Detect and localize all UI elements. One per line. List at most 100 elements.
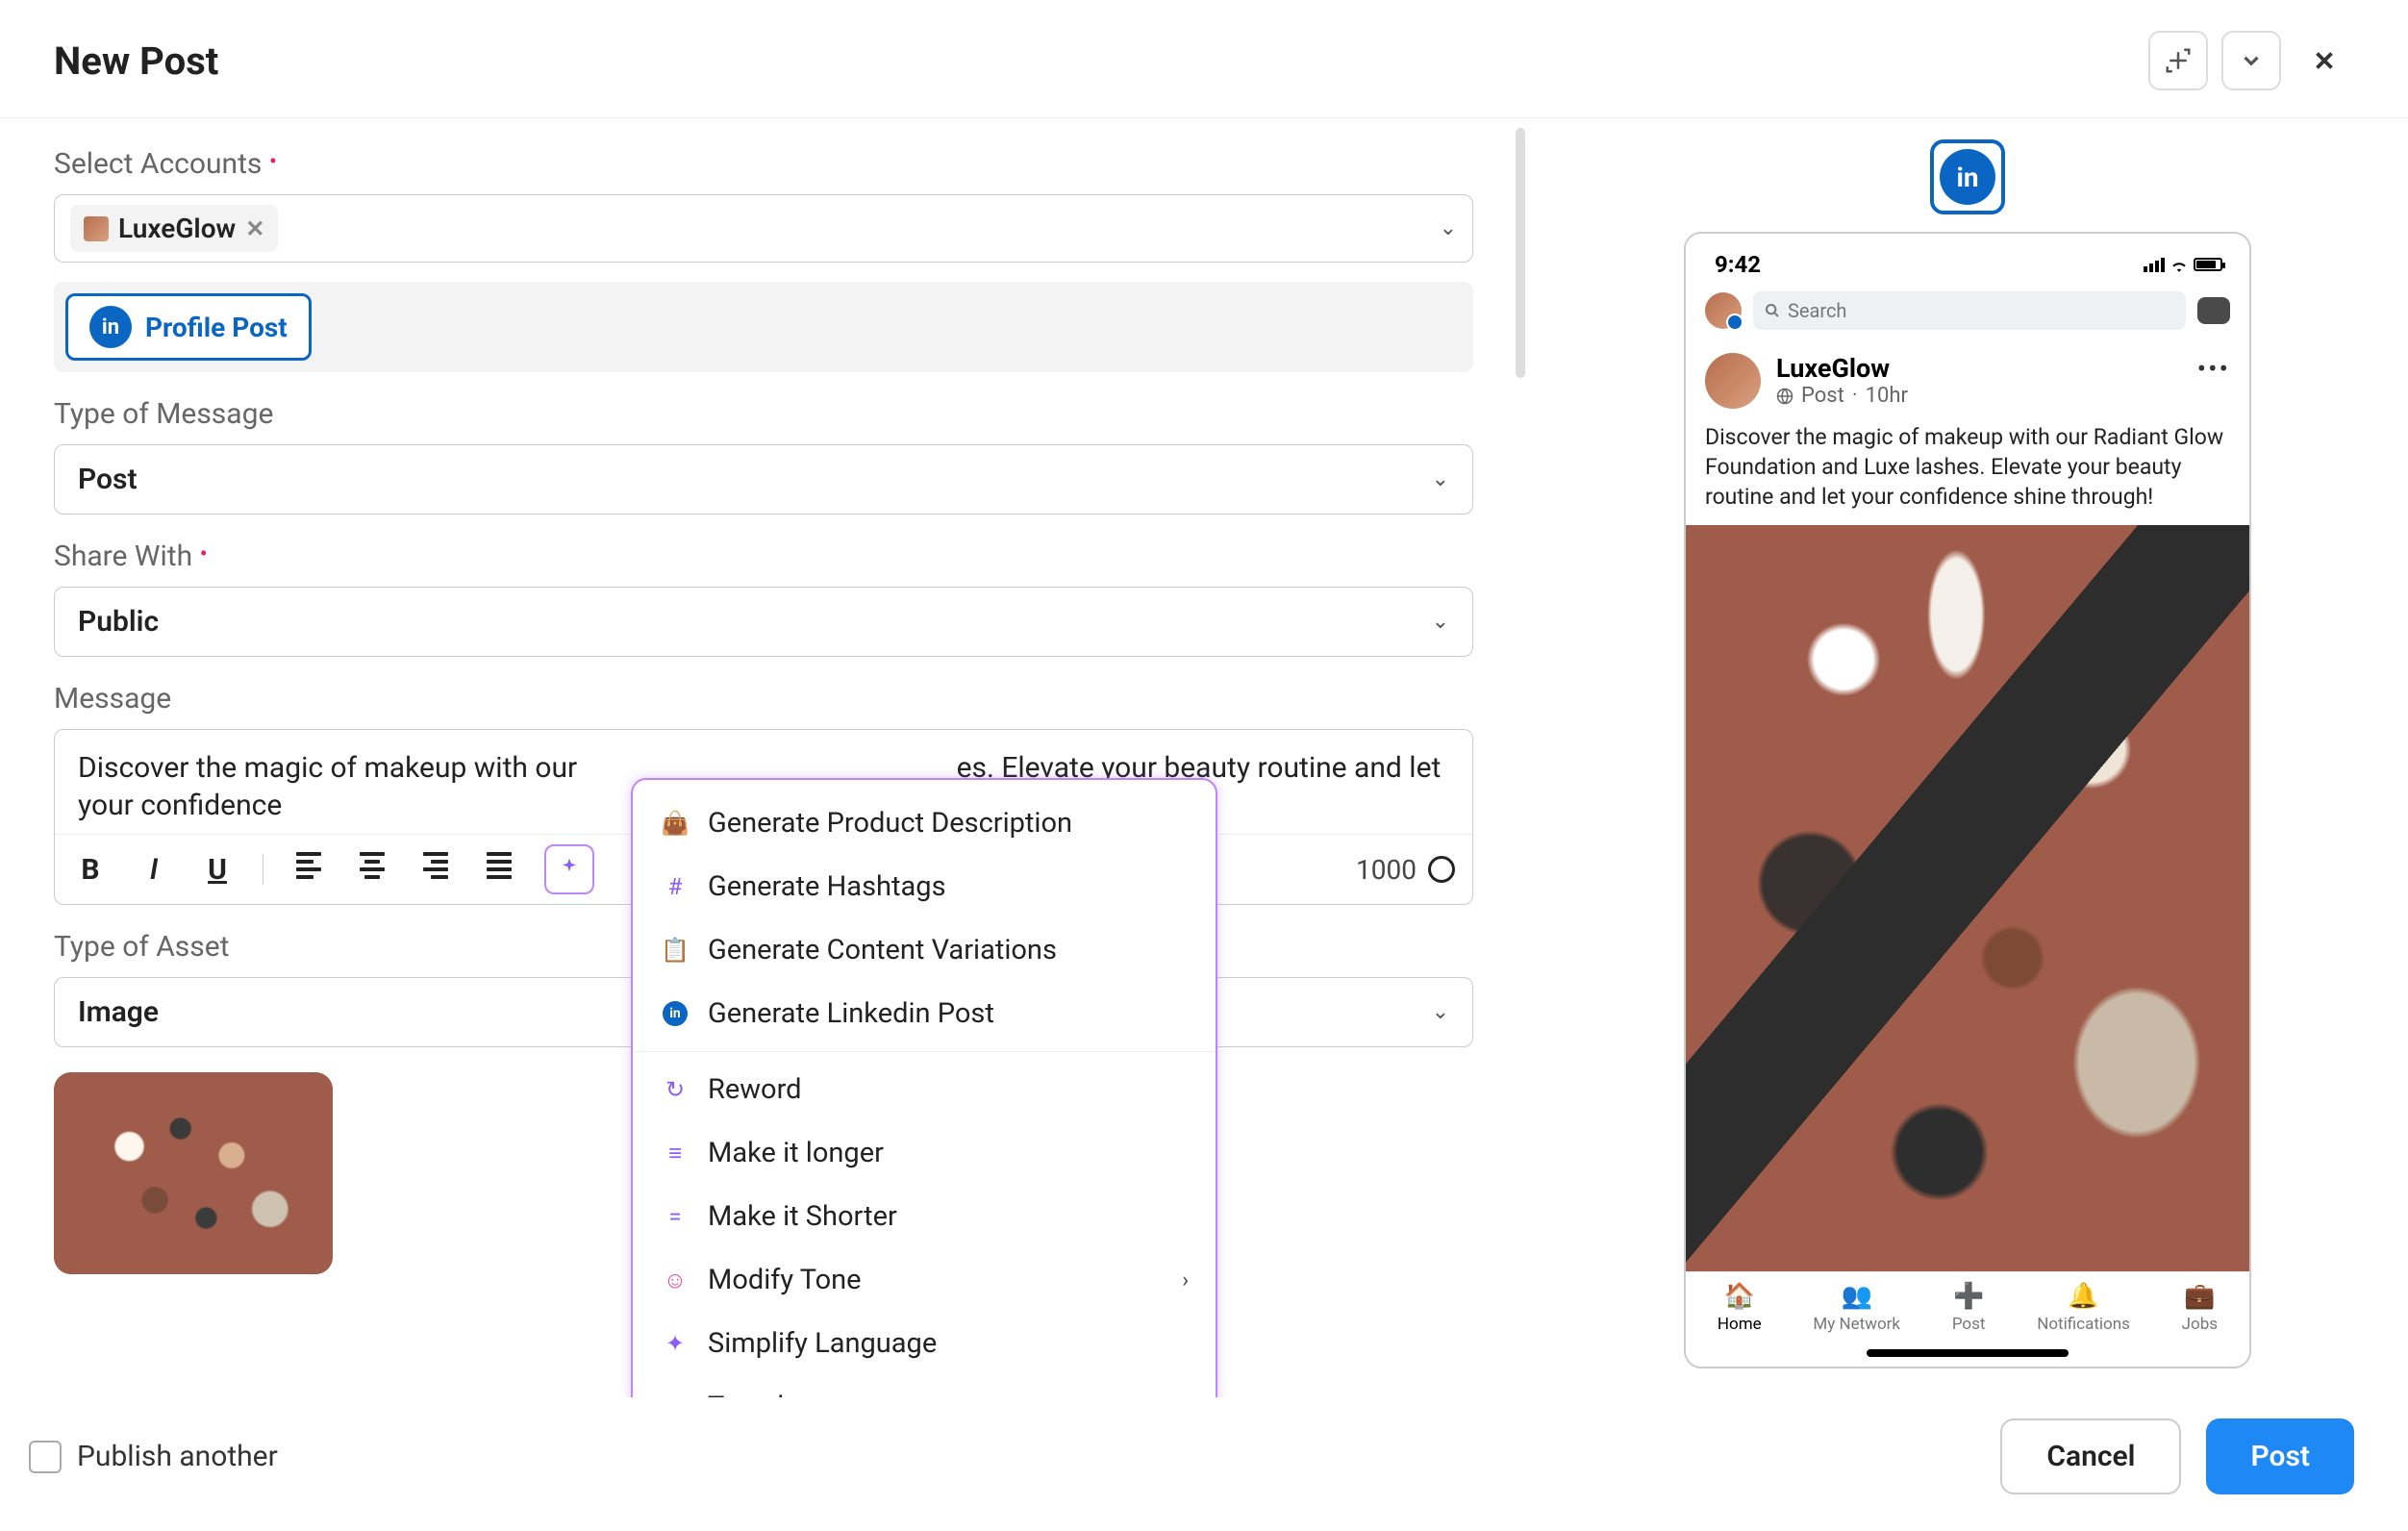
- chevron-right-icon: ›: [1182, 1395, 1189, 1398]
- bold-button[interactable]: B: [72, 853, 109, 887]
- signal-icon: [2144, 258, 2165, 272]
- tab-icon: 💼: [2184, 1282, 2215, 1311]
- preview-search-input[interactable]: Search: [1753, 291, 2186, 330]
- remove-account-icon[interactable]: ✕: [245, 215, 264, 242]
- preview-tab-home[interactable]: 🏠Home: [1718, 1282, 1762, 1334]
- preview-post-header: LuxeGlow Post · 10hr •••: [1686, 339, 2249, 413]
- ai-menu-item[interactable]: ☺Modify Tone›: [633, 1248, 1216, 1312]
- globe-icon: [1776, 388, 1793, 405]
- preview-tab-notifications[interactable]: 🔔Notifications: [2037, 1282, 2130, 1334]
- form-column: Select Accounts • LuxeGlow ✕ ⌄ in Profil…: [0, 118, 1527, 1397]
- account-chip[interactable]: LuxeGlow ✕: [70, 205, 278, 252]
- align-left-button[interactable]: [290, 848, 327, 891]
- preview-column: in 9:42 Searc: [1527, 118, 2408, 1397]
- asset-thumbnail[interactable]: [54, 1072, 333, 1274]
- header: New Post: [0, 0, 2408, 118]
- translate-icon: Aᵗ: [660, 1392, 690, 1397]
- ai-menu-item[interactable]: inGenerate Linkedin Post: [633, 982, 1216, 1045]
- phone-status-bar: 9:42: [1686, 234, 2249, 282]
- message-type-value: Post: [78, 463, 138, 496]
- preview-profile-name: LuxeGlow: [1776, 353, 1908, 384]
- phone-preview: 9:42 Search: [1684, 232, 2251, 1368]
- ai-menu-item[interactable]: ≡Make it longer: [633, 1121, 1216, 1185]
- wifi-icon: [2170, 251, 2188, 278]
- linkedin-icon: in: [89, 306, 132, 348]
- share-with-value: Public: [78, 605, 159, 639]
- simplify-icon: ✦: [660, 1328, 690, 1359]
- share-with-label: Share With •: [54, 540, 1473, 573]
- messages-icon[interactable]: [2197, 297, 2230, 324]
- close-button[interactable]: [2295, 31, 2354, 90]
- close-icon: [2310, 46, 2339, 75]
- preview-post-body: Discover the magic of makeup with our Ra…: [1686, 413, 2249, 525]
- battery-icon: [2194, 258, 2222, 271]
- message-type-select[interactable]: Post ⌄: [54, 444, 1473, 515]
- shopping-bag-icon: 👜: [660, 808, 690, 839]
- chevron-down-icon: ⌄: [1432, 1000, 1449, 1024]
- home-indicator: [1867, 1349, 2069, 1357]
- underline-button[interactable]: U: [199, 853, 236, 887]
- phone-search-row: Search: [1686, 282, 2249, 339]
- tab-icon: 🏠: [1724, 1282, 1755, 1311]
- align-justify-button[interactable]: [481, 848, 517, 891]
- ai-menu-item[interactable]: 👜Generate Product Description: [633, 791, 1216, 855]
- ai-menu-item[interactable]: 📋Generate Content Variations: [633, 918, 1216, 982]
- profile-post-label: Profile Post: [145, 312, 288, 343]
- tab-icon: 🔔: [2068, 1282, 2098, 1311]
- publish-another-checkbox[interactable]: Publish another: [29, 1440, 278, 1473]
- align-right-icon: [423, 848, 448, 883]
- share-with-select[interactable]: Public ⌄: [54, 587, 1473, 657]
- preview-nav-tabs: 🏠Home 👥My Network ➕Post 🔔Notifications 💼Jobs: [1686, 1271, 2249, 1338]
- required-dot-icon: •: [269, 148, 277, 175]
- page-title: New Post: [54, 38, 218, 84]
- footer: Publish another Cancel Post: [0, 1397, 2408, 1531]
- italic-button[interactable]: I: [136, 853, 172, 887]
- ai-menu-item[interactable]: =Make it Shorter: [633, 1185, 1216, 1248]
- platform-selector[interactable]: in: [1930, 139, 2005, 214]
- message-label: Message: [54, 682, 1473, 715]
- longer-icon: ≡: [660, 1138, 690, 1168]
- scrollbar[interactable]: [1514, 118, 1527, 657]
- preview-tab-jobs[interactable]: 💼Jobs: [2182, 1282, 2218, 1334]
- post-button[interactable]: Post: [2206, 1418, 2354, 1494]
- ai-menu-item[interactable]: ✦Simplify Language: [633, 1312, 1216, 1375]
- ai-assist-button[interactable]: [544, 844, 594, 894]
- tab-icon: 👥: [1842, 1282, 1872, 1311]
- preview-tab-my-network[interactable]: 👥My Network: [1813, 1282, 1900, 1334]
- clipboard-icon: 📋: [660, 935, 690, 966]
- cancel-button[interactable]: Cancel: [2000, 1418, 2181, 1494]
- ai-menu-item[interactable]: #Generate Hashtags: [633, 855, 1216, 918]
- chevron-right-icon: ›: [1182, 1268, 1189, 1293]
- char-count: 1000: [1356, 854, 1455, 886]
- align-right-button[interactable]: [417, 848, 454, 891]
- hashtag-icon: #: [660, 871, 690, 902]
- align-justify-icon: [487, 848, 512, 883]
- preview-profile-avatar[interactable]: [1705, 353, 1761, 409]
- asset-type-value: Image: [78, 995, 159, 1029]
- status-time: 9:42: [1715, 251, 1761, 278]
- chevron-down-button[interactable]: [2221, 31, 2281, 90]
- checkbox-icon: [29, 1441, 62, 1473]
- post-more-icon[interactable]: •••: [2197, 353, 2230, 385]
- account-chip-name: LuxeGlow: [118, 213, 236, 244]
- accounts-label: Select Accounts •: [54, 147, 1473, 181]
- align-left-icon: [296, 848, 321, 883]
- chevron-down-icon: ⌄: [1432, 610, 1449, 634]
- linkedin-icon: in: [660, 998, 690, 1029]
- profile-post-button[interactable]: in Profile Post: [65, 293, 312, 361]
- tab-icon: ➕: [1953, 1282, 1984, 1311]
- ai-menu-item[interactable]: ↻Reword: [633, 1058, 1216, 1121]
- align-center-button[interactable]: [354, 848, 390, 891]
- linkedin-icon: in: [1940, 149, 1995, 205]
- align-center-icon: [360, 848, 385, 883]
- post-type-row: in Profile Post: [54, 282, 1473, 372]
- ai-assist-menu: 👜Generate Product Description#Generate H…: [631, 778, 1217, 1397]
- accounts-select[interactable]: LuxeGlow ✕ ⌄: [54, 194, 1473, 263]
- preview-tab-post[interactable]: ➕Post: [1952, 1282, 1986, 1334]
- chevron-down-icon: [2239, 48, 2264, 73]
- tone-icon: ☺: [660, 1265, 690, 1295]
- ai-menu-item[interactable]: AᵗTranslate›: [633, 1375, 1216, 1397]
- chevron-down-icon: ⌄: [1432, 467, 1449, 491]
- add-expand-button[interactable]: [2148, 31, 2208, 90]
- preview-user-avatar[interactable]: [1705, 292, 1742, 329]
